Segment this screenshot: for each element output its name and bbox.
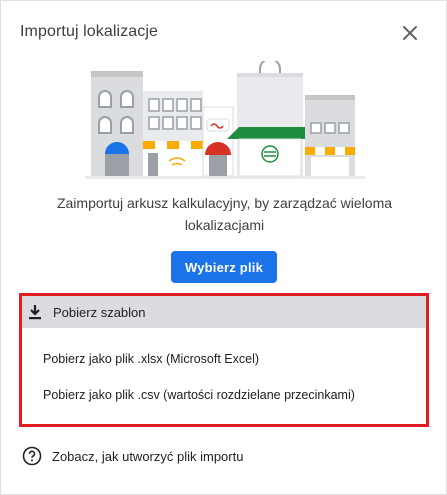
dialog-title: Importuj lokalizacje bbox=[20, 23, 159, 40]
close-icon[interactable] bbox=[399, 22, 421, 44]
help-circle-icon bbox=[22, 446, 42, 466]
intro-text: Zaimportuj arkusz kalkulacyjny, by zarzą… bbox=[56, 195, 393, 233]
download-csv-link[interactable]: Pobierz jako plik .csv (wartości rozdzie… bbox=[43, 388, 355, 402]
storefront-illustration bbox=[85, 61, 365, 179]
import-help-link[interactable]: Zobacz, jak utworzyć plik importu bbox=[22, 446, 243, 466]
download-template-panel: Pobierz szablon Pobierz jako plik .xlsx … bbox=[19, 293, 429, 427]
download-xlsx-link[interactable]: Pobierz jako plik .xlsx (Microsoft Excel… bbox=[43, 352, 259, 366]
choose-file-button[interactable]: Wybierz plik bbox=[171, 251, 277, 283]
download-icon bbox=[29, 305, 41, 320]
help-link-label: Zobacz, jak utworzyć plik importu bbox=[52, 448, 244, 464]
download-template-label: Pobierz szablon bbox=[53, 304, 146, 320]
import-locations-dialog: Importuj lokalizacje Zaimportuj arkusz k… bbox=[0, 0, 447, 495]
download-template-header[interactable]: Pobierz szablon bbox=[22, 296, 426, 328]
